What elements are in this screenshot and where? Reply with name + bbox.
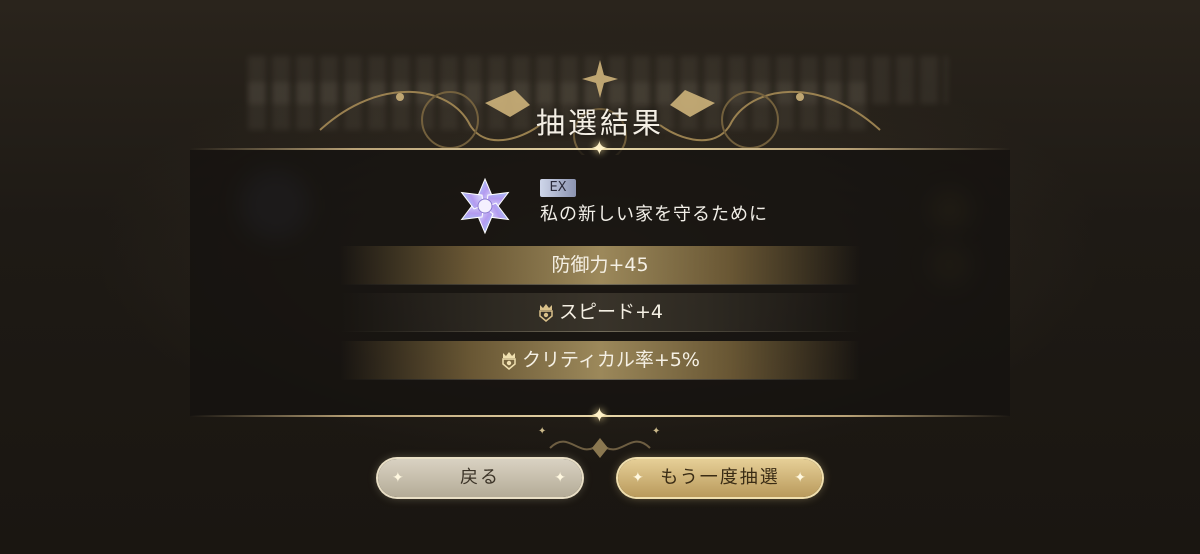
skill-name: 私の新しい家を守るために — [540, 204, 768, 225]
sparkle-icon: ✦ — [554, 470, 568, 486]
dialog-title: 抽選結果 — [535, 106, 664, 140]
crown-shield-icon — [539, 304, 553, 322]
svg-text:✦: ✦ — [538, 426, 546, 437]
back-button-label: 戻る — [460, 467, 500, 488]
result-text: スピード+4 — [558, 301, 663, 323]
back-button[interactable]: ✦ 戻る ✦ — [378, 459, 582, 497]
rank-badge: EX — [540, 179, 576, 197]
row-divider — [340, 331, 860, 332]
row-divider — [340, 284, 860, 285]
result-text: 防御力+45 — [551, 254, 649, 276]
result-row: 防御力+45 — [340, 246, 860, 284]
draw-again-button-label: もう一度抽選 — [660, 467, 780, 488]
result-row: スピード+4 — [340, 293, 860, 331]
sparkle-icon: ✦ — [392, 470, 406, 486]
sparkle-icon: ✦ — [794, 470, 808, 486]
crystal-flower-icon — [460, 177, 510, 235]
row-divider — [340, 379, 860, 380]
draw-again-button[interactable]: ✦ もう一度抽選 ✦ — [618, 459, 822, 497]
sparkle-icon: ✦ — [632, 470, 646, 486]
result-row: クリティカル率+5% — [340, 341, 860, 379]
result-text: クリティカル率+5% — [522, 349, 700, 371]
crown-shield-icon — [502, 352, 516, 370]
svg-text:✦: ✦ — [652, 426, 660, 437]
